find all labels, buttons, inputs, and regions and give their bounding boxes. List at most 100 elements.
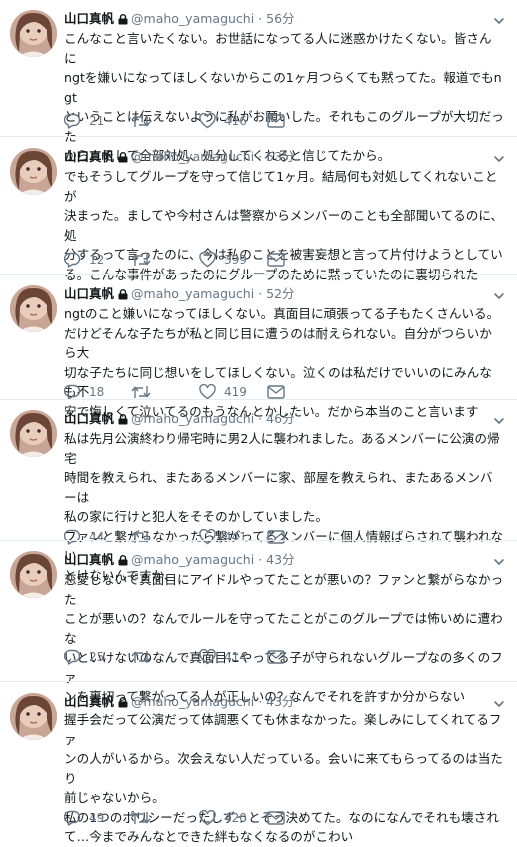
retweet-icon [131, 252, 151, 268]
reply-button[interactable]: 21 [64, 112, 104, 130]
chevron-down-icon[interactable] [493, 150, 505, 162]
reply-icon [64, 252, 81, 268]
tweet[interactable]: 山口真帆 @maho_yamaguchi · 46分 私は先月公演終わり帰宅時に男… [0, 410, 517, 583]
display-name[interactable]: 山口真帆 [64, 411, 114, 426]
reply-count: 25 [89, 650, 105, 664]
heart-icon [199, 252, 216, 268]
handle[interactable]: @maho_yamaguchi [131, 411, 254, 426]
handle[interactable]: @maho_yamaguchi [131, 552, 254, 567]
reply-button[interactable]: 44 [64, 528, 104, 546]
separator-dot: · [258, 286, 263, 301]
reply-count: 44 [89, 530, 105, 544]
tweet-actions: 44 441 [64, 528, 484, 546]
envelope-icon [267, 530, 285, 544]
divider [0, 274, 517, 275]
avatar[interactable] [10, 693, 57, 740]
chevron-down-icon[interactable] [493, 695, 505, 707]
display-name[interactable]: 山口真帆 [64, 11, 114, 26]
direct-message-button[interactable] [267, 112, 285, 130]
divider [0, 681, 517, 682]
direct-message-button[interactable] [267, 251, 285, 269]
timestamp[interactable]: 43分 [266, 694, 294, 709]
lock-icon [118, 287, 128, 305]
lock-icon [118, 150, 128, 168]
tweet-header: 山口真帆 @maho_yamaguchi · 46分 [64, 410, 295, 428]
chevron-down-icon[interactable] [493, 12, 505, 24]
retweet-icon [131, 113, 151, 129]
direct-message-button[interactable] [267, 528, 285, 546]
avatar[interactable] [10, 410, 57, 457]
direct-message-button[interactable] [267, 809, 285, 827]
like-button[interactable]: 441 [199, 528, 247, 546]
heart-icon [199, 810, 216, 826]
display-name[interactable]: 山口真帆 [64, 694, 114, 709]
divider [0, 399, 517, 400]
lock-icon [118, 553, 128, 571]
heart-icon [199, 649, 216, 665]
chevron-down-icon[interactable] [493, 412, 505, 424]
reply-button[interactable]: 25 [64, 648, 104, 666]
like-count: 416 [224, 114, 247, 128]
tweet-actions: 21 416 [64, 112, 484, 130]
envelope-icon [267, 114, 285, 128]
like-button[interactable]: 414 [199, 648, 247, 666]
retweet-button[interactable] [131, 648, 159, 666]
like-count: 420 [224, 811, 247, 825]
display-name[interactable]: 山口真帆 [64, 552, 114, 567]
reply-count: 18 [89, 385, 105, 399]
tweet[interactable]: 山口真帆 @maho_yamaguchi · 56分 こんなこと言いたくない。お世… [0, 10, 517, 163]
avatar[interactable] [10, 551, 57, 598]
handle[interactable]: @maho_yamaguchi [131, 694, 254, 709]
retweet-icon [131, 384, 151, 400]
handle[interactable]: @maho_yamaguchi [131, 149, 254, 164]
timestamp[interactable]: 43分 [266, 552, 294, 567]
display-name[interactable]: 山口真帆 [64, 149, 114, 164]
like-count: 441 [224, 530, 247, 544]
timestamp[interactable]: 46分 [266, 411, 294, 426]
handle[interactable]: @maho_yamaguchi [131, 11, 254, 26]
separator-dot: · [258, 411, 263, 426]
tweet[interactable]: 山口真帆 @maho_yamaguchi · 43分 握手会だって公演だって体調悪… [0, 693, 517, 844]
avatar[interactable] [10, 10, 57, 57]
like-button[interactable]: 420 [199, 809, 247, 827]
retweet-button[interactable] [131, 809, 159, 827]
tweet-text: こんなこと言いたくない。お世話になってる人に迷惑かけたくない。皆さんに ngtを… [64, 31, 504, 163]
tweet-actions: 49 420 [64, 809, 484, 827]
retweet-button[interactable] [131, 528, 159, 546]
like-count: 399 [224, 253, 247, 267]
chevron-down-icon[interactable] [493, 553, 505, 565]
tweet-text: ngtのこと嫌いになってほしくない。真面目に頑張ってる子もたくさんいる。 だけど… [64, 306, 500, 419]
like-count: 419 [224, 385, 247, 399]
tweet[interactable]: 山口真帆 @maho_yamaguchi · 53分 でもそうしてグループを守って… [0, 148, 517, 282]
tweet[interactable]: 山口真帆 @maho_yamaguchi · 52分 ngtのこと嫌いになってほし… [0, 285, 517, 419]
like-button[interactable]: 416 [199, 112, 247, 130]
timestamp[interactable]: 52分 [266, 286, 294, 301]
avatar[interactable] [10, 148, 57, 195]
separator-dot: · [258, 11, 263, 26]
avatar[interactable] [10, 285, 57, 332]
reply-button[interactable]: 49 [64, 809, 104, 827]
reply-icon [64, 529, 81, 545]
reply-icon [64, 113, 81, 129]
envelope-icon [267, 811, 285, 825]
tweet-header: 山口真帆 @maho_yamaguchi · 43分 [64, 693, 295, 711]
reply-count: 21 [89, 114, 105, 128]
retweet-button[interactable] [131, 112, 159, 130]
lock-icon [118, 412, 128, 430]
timestamp[interactable]: 56分 [266, 11, 294, 26]
tweet-actions: 12 399 [64, 251, 484, 269]
like-button[interactable]: 399 [199, 251, 247, 269]
retweet-button[interactable] [131, 251, 159, 269]
reply-button[interactable]: 12 [64, 251, 104, 269]
divider [0, 540, 517, 541]
timestamp[interactable]: 53分 [266, 149, 294, 164]
chevron-down-icon[interactable] [493, 287, 505, 299]
separator-dot: · [258, 694, 263, 709]
tweet-header: 山口真帆 @maho_yamaguchi · 43分 [64, 551, 295, 569]
handle[interactable]: @maho_yamaguchi [131, 286, 254, 301]
lock-icon [118, 12, 128, 30]
direct-message-button[interactable] [267, 648, 285, 666]
tweet[interactable]: 山口真帆 @maho_yamaguchi · 43分 恋愛しないで真面目にアイドル… [0, 551, 517, 704]
reply-count: 49 [89, 811, 105, 825]
display-name[interactable]: 山口真帆 [64, 286, 114, 301]
